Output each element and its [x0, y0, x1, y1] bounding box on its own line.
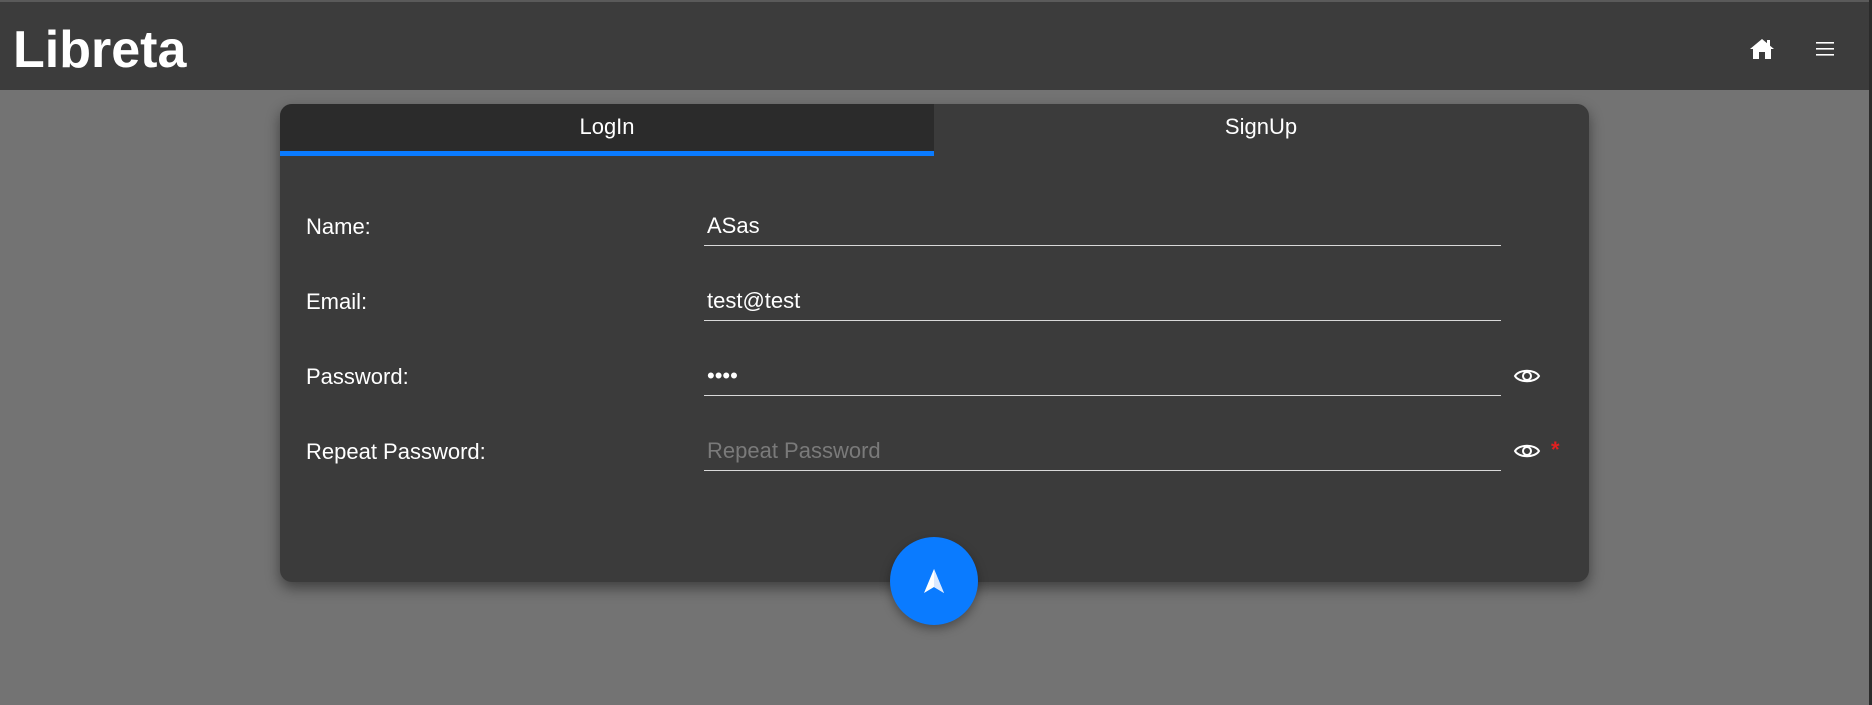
show-repeat-password-eye-icon[interactable] — [1513, 441, 1541, 461]
send-arrow-icon — [924, 569, 944, 593]
email-label: Email: — [306, 289, 368, 314]
app-title: Libreta — [13, 21, 187, 79]
auth-card: LogIn SignUp Name: Email: Password: Repe… — [280, 104, 1589, 582]
tab-login[interactable]: LogIn — [280, 104, 934, 156]
hamburger-menu-icon[interactable] — [1808, 32, 1842, 66]
home-icon[interactable] — [1745, 32, 1779, 66]
required-mark: * — [1551, 437, 1560, 462]
repeat-password-field[interactable] — [704, 431, 1501, 471]
email-field[interactable] — [704, 281, 1501, 321]
password-field[interactable] — [704, 356, 1501, 396]
top-app-bar: Libreta — [0, 0, 1872, 90]
repeat-password-row: Repeat Password: * — [280, 429, 1589, 479]
name-label: Name: — [306, 214, 371, 239]
repeat-password-label: Repeat Password: — [306, 439, 486, 464]
auth-tabs: LogIn SignUp — [280, 104, 1589, 156]
show-password-eye-icon[interactable] — [1513, 366, 1541, 386]
name-field[interactable] — [704, 206, 1501, 246]
submit-button[interactable] — [890, 537, 978, 625]
email-row: Email: — [280, 279, 1589, 329]
password-row: Password: — [280, 354, 1589, 404]
password-label: Password: — [306, 364, 409, 389]
name-row: Name: — [280, 204, 1589, 254]
tab-signup[interactable]: SignUp — [934, 104, 1588, 156]
